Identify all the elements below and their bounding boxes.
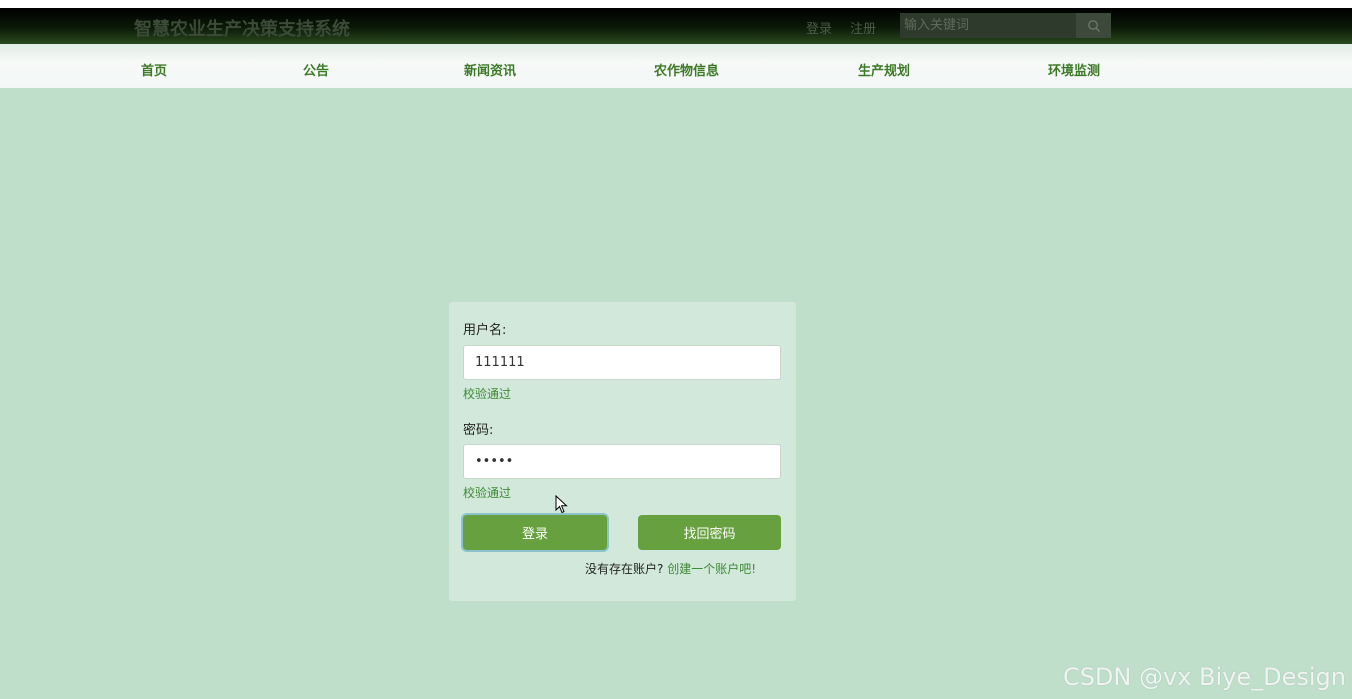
username-valid-message: 校验通过 — [463, 387, 512, 401]
header-login-link[interactable]: 登录 — [806, 18, 832, 37]
watermark: CSDN @vx Biye_Design — [1062, 663, 1346, 691]
password-input[interactable] — [463, 444, 781, 479]
main-nav: 首页 公告 新闻资讯 农作物信息 生产规划 环境监测 — [0, 44, 1352, 88]
search-input[interactable] — [900, 13, 1076, 38]
signup-prompt: 没有存在账户? 创建一个账户吧! — [585, 560, 756, 577]
password-valid-message: 校验通过 — [463, 486, 512, 500]
find-password-button[interactable]: 找回密码 — [638, 515, 781, 550]
nav-item-news[interactable]: 新闻资讯 — [464, 60, 516, 79]
nav-item-crop-info[interactable]: 农作物信息 — [654, 60, 719, 79]
password-label: 密码: — [463, 423, 494, 438]
login-button[interactable]: 登录 — [463, 515, 607, 550]
nav-item-environment-monitor[interactable]: 环境监测 — [1048, 60, 1100, 79]
nav-item-production-plan[interactable]: 生产规划 — [858, 60, 910, 79]
header-register-link[interactable]: 注册 — [850, 18, 876, 37]
no-account-text: 没有存在账户? — [585, 562, 664, 576]
search-button[interactable] — [1076, 13, 1111, 38]
top-strip — [0, 0, 1352, 8]
username-input[interactable] — [463, 345, 781, 380]
login-panel: 用户名: 校验通过 密码: 校验通过 登录 找回密码 没有存在账户? 创建一个账… — [449, 302, 796, 601]
site-title: 智慧农业生产决策支持系统 — [134, 19, 350, 40]
nav-item-home[interactable]: 首页 — [141, 60, 167, 79]
site-header: 智慧农业生产决策支持系统 登录 注册 — [0, 8, 1352, 44]
username-label: 用户名: — [463, 323, 507, 338]
search-icon — [1087, 19, 1100, 32]
create-account-link[interactable]: 创建一个账户吧! — [667, 562, 756, 576]
nav-item-announcements[interactable]: 公告 — [303, 60, 329, 79]
mouse-pointer-icon — [555, 495, 568, 514]
